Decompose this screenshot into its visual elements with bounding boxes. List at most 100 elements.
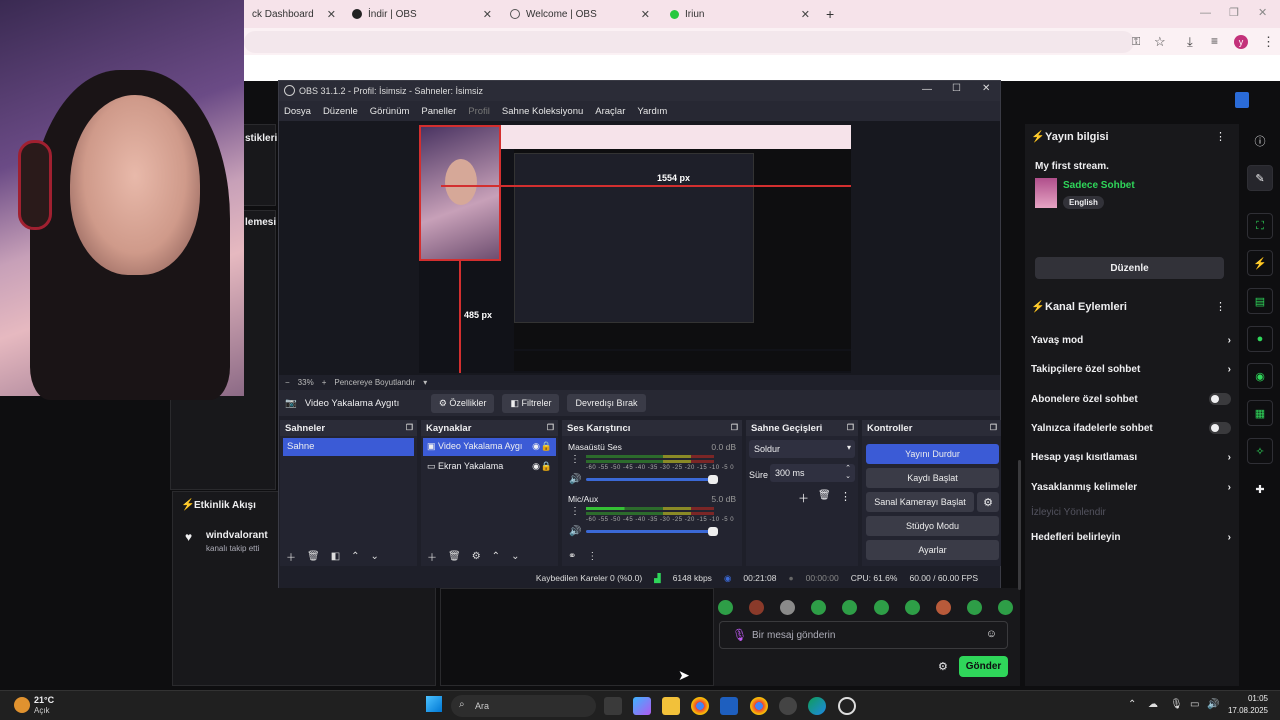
minimize-icon[interactable]: —	[1200, 7, 1211, 19]
emote-icon[interactable]	[873, 600, 889, 615]
clock-time[interactable]: 01:05	[1228, 694, 1268, 703]
bolt-action-icon[interactable]: ⚡	[1247, 250, 1273, 276]
chat-settings-gear-icon[interactable]: ⚙	[938, 660, 948, 673]
extension-icon[interactable]	[1235, 92, 1249, 108]
emoji-icon[interactable]: ☺	[986, 628, 997, 640]
close-icon[interactable]: ✕	[327, 8, 336, 21]
volume-slider[interactable]	[586, 475, 718, 484]
fit-to-window-select[interactable]: Pencereye Boyutlandır	[334, 378, 415, 387]
chat-input[interactable]: 🎙 Bir mesaj gönderin ☺	[719, 621, 1008, 649]
info-icon[interactable]: ⓘ	[1247, 128, 1273, 154]
undock-icon[interactable]: ❐	[547, 423, 554, 432]
task-view-icon[interactable]	[604, 697, 622, 715]
zoom-in-button[interactable]: +	[322, 378, 327, 387]
document-icon[interactable]: ▤	[1247, 288, 1273, 314]
deactivate-button[interactable]: Devredışı Bırak	[567, 394, 646, 412]
duration-spinbox[interactable]: 300 ms ⌃ ⌄	[770, 464, 855, 482]
tab-dashboard[interactable]: ck Dashboard ✕	[244, 2, 344, 26]
close-window-icon[interactable]: ✕	[1258, 6, 1267, 19]
minimize-icon[interactable]: —	[922, 84, 932, 95]
broadcast-icon[interactable]: ◉	[1247, 363, 1273, 389]
microphone-icon[interactable]: 🎙	[732, 628, 747, 642]
lock-icon[interactable]: 🔒	[541, 441, 552, 452]
chevron-up-icon[interactable]: ⌃	[351, 551, 359, 562]
scene-item[interactable]: Sahne	[283, 438, 414, 456]
add-icon[interactable]: ＋	[427, 549, 437, 564]
slow-mode-row[interactable]: Yavaş mod ›	[1031, 330, 1231, 350]
preview-canvas[interactable]: 1554 px 485 px	[419, 125, 851, 373]
add-icon[interactable]: ＋	[798, 490, 809, 506]
edit-stream-button[interactable]: Düzenle	[1035, 257, 1224, 279]
zoom-out-button[interactable]: −	[285, 378, 290, 387]
volume-icon[interactable]: 🔊	[1207, 699, 1219, 710]
emote-icon[interactable]	[904, 600, 920, 615]
menu-profile[interactable]: Profil	[468, 106, 490, 117]
close-icon[interactable]: ✕	[641, 8, 650, 21]
menu-tools[interactable]: Araçlar	[595, 106, 625, 117]
visibility-eye-icon[interactable]: ◉	[532, 461, 540, 472]
chevron-up-icon[interactable]: ⌃	[845, 464, 851, 472]
emote-icon[interactable]	[966, 600, 982, 615]
menu-docks[interactable]: Paneller	[421, 106, 456, 117]
kebab-menu-icon[interactable]: ⋮	[1262, 34, 1275, 50]
menu-file[interactable]: Dosya	[284, 106, 311, 117]
subs-only-toggle[interactable]	[1209, 393, 1231, 405]
emote-only-toggle[interactable]	[1209, 422, 1231, 434]
tab-obs-download[interactable]: İndir | OBS ✕	[344, 2, 500, 26]
layout-icon[interactable]: ▦	[1247, 400, 1273, 426]
network-icon[interactable]: ▭	[1190, 699, 1199, 710]
file-explorer-icon[interactable]	[662, 697, 680, 715]
kebab-menu-icon[interactable]: ⋮	[570, 454, 580, 465]
address-bar[interactable]	[244, 31, 1134, 53]
set-goals-row[interactable]: Hedefleri belirleyin ›	[1031, 527, 1231, 547]
chevron-up-icon[interactable]: ⌃	[492, 551, 500, 562]
selected-webcam-source[interactable]	[419, 125, 501, 261]
undock-icon[interactable]: ❐	[990, 423, 997, 432]
scrollbar[interactable]	[1018, 460, 1021, 590]
filters-button[interactable]: ◧ Filtreler	[502, 393, 560, 413]
gear-icon[interactable]: ⚙	[977, 492, 999, 512]
kebab-menu-icon[interactable]: ⋮	[587, 551, 597, 562]
reading-list-icon[interactable]: ≡	[1211, 34, 1218, 48]
maximize-icon[interactable]: ☐	[952, 83, 961, 94]
menu-scene-collection[interactable]: Sahne Koleksiyonu	[502, 106, 583, 117]
copilot-icon[interactable]	[633, 697, 651, 715]
trash-icon[interactable]: 🗑	[818, 490, 831, 501]
chevron-down-icon[interactable]: ⌄	[371, 551, 379, 562]
emote-icon[interactable]	[749, 600, 765, 615]
tab-iriun[interactable]: Iriun ✕	[662, 2, 818, 26]
chevron-down-icon[interactable]: ⌄	[845, 472, 851, 480]
pencil-icon[interactable]: ✎	[1247, 165, 1273, 191]
emote-icon[interactable]	[811, 600, 827, 615]
link-icon[interactable]: ⚭	[568, 551, 576, 562]
source-item-screen[interactable]: ▭ Ekran Yakalama ◉ 🔒	[423, 458, 556, 476]
add-action-icon[interactable]: ✚	[1247, 476, 1273, 502]
microphone-icon[interactable]: 🎙	[1170, 699, 1183, 710]
transition-select[interactable]: Soldur ▾	[749, 440, 855, 458]
onedrive-icon[interactable]: ☁	[1148, 699, 1158, 710]
studio-mode-button[interactable]: Stüdyo Modu	[866, 516, 999, 536]
speaker-icon[interactable]: 🔊	[569, 474, 581, 485]
close-icon[interactable]: ✕	[801, 8, 810, 21]
key-icon[interactable]: ⚿	[1132, 36, 1140, 49]
chevron-up-icon[interactable]: ⌃	[1128, 699, 1136, 710]
chrome-icon[interactable]	[691, 697, 709, 715]
undock-icon[interactable]: ❐	[731, 423, 738, 432]
stop-streaming-button[interactable]: Yayını Durdur	[866, 444, 999, 464]
chat-bubble-icon[interactable]: ●	[1247, 326, 1273, 352]
weather-icon[interactable]	[14, 697, 30, 713]
kebab-menu-icon[interactable]: ⋮	[1215, 130, 1226, 143]
avatar[interactable]: y	[1234, 35, 1248, 49]
emote-icon[interactable]	[718, 600, 733, 615]
visibility-eye-icon[interactable]: ◉	[532, 441, 540, 452]
tab-obs-welcome[interactable]: Welcome | OBS ✕	[502, 2, 658, 26]
close-icon[interactable]: ✕	[483, 8, 492, 21]
stream-category[interactable]: Sadece Sohbet	[1063, 180, 1135, 191]
chrome-profile-icon[interactable]	[750, 697, 768, 715]
add-icon[interactable]: ＋	[286, 549, 296, 564]
event-user[interactable]: windvalorant	[206, 530, 268, 541]
download-icon[interactable]: ⤓	[1187, 34, 1193, 50]
followers-only-row[interactable]: Takipçilere özel sohbet ›	[1031, 359, 1231, 379]
emote-icon[interactable]	[935, 600, 951, 615]
menu-edit[interactable]: Düzenle	[323, 106, 358, 117]
